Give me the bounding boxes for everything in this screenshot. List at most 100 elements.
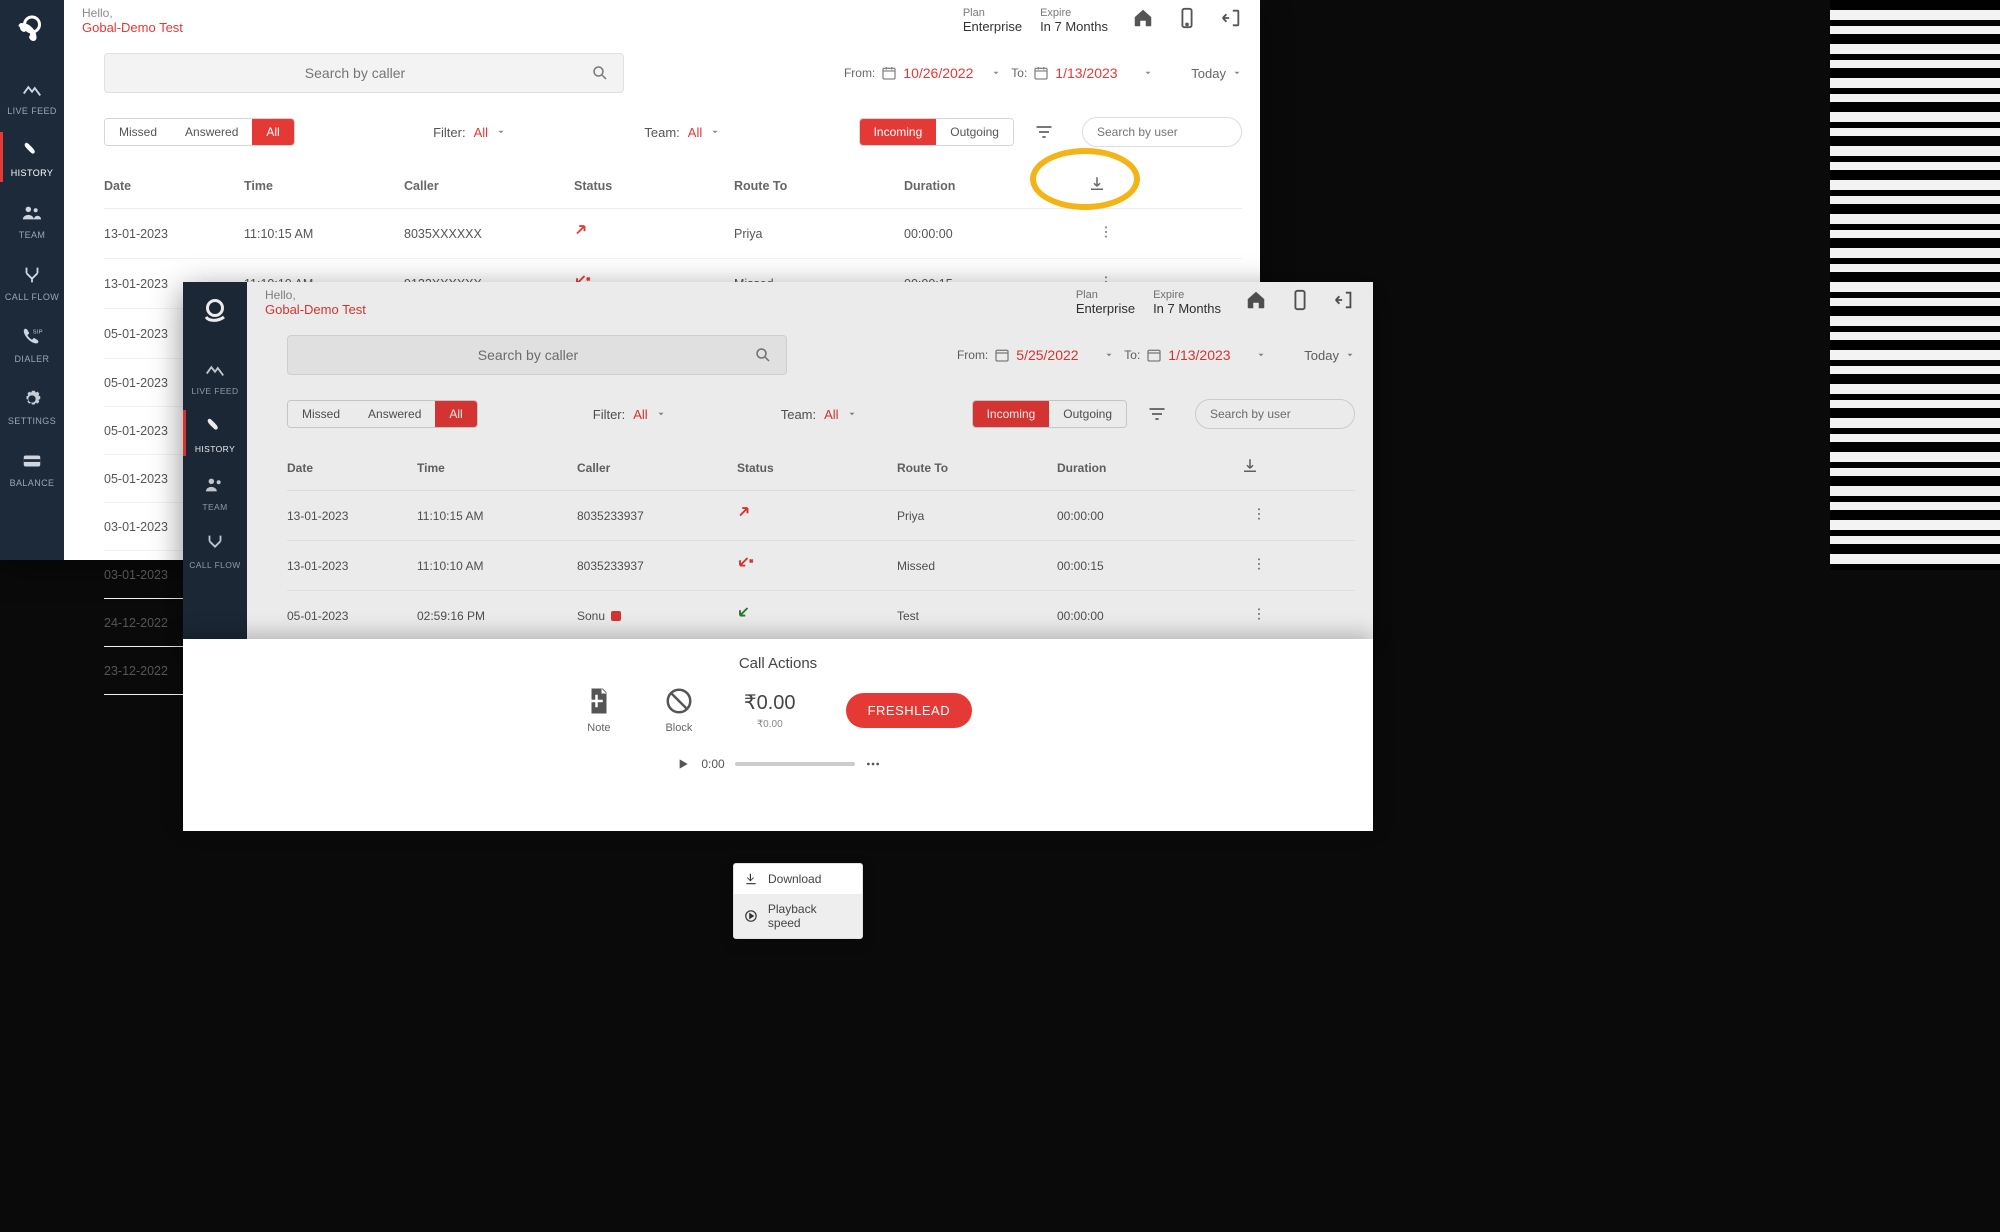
calendar-icon <box>1146 347 1162 363</box>
cell-caller: 8035233937 <box>577 559 737 573</box>
search-input[interactable] <box>119 65 591 81</box>
call-actions-title: Call Actions <box>183 655 1373 672</box>
seg-missed[interactable]: Missed <box>105 119 171 145</box>
call-actions-panel: Call Actions Note Block ₹0.00 ₹0.00 FRES… <box>183 639 1373 831</box>
svg-text:SIP: SIP <box>33 329 43 335</box>
nav-label: CALL FLOW <box>5 292 59 302</box>
col-time: Time <box>244 179 404 193</box>
cell-time: 11:10:15 AM <box>244 227 404 241</box>
progress-bar[interactable] <box>735 762 855 766</box>
seg-missed[interactable]: Missed <box>288 401 354 427</box>
filter-icon[interactable] <box>1147 404 1167 424</box>
user-search-input[interactable] <box>1195 399 1355 429</box>
cell-date: 13-01-2023 <box>104 227 244 241</box>
seg-answered[interactable]: Answered <box>354 401 435 427</box>
search-box[interactable] <box>104 53 624 93</box>
direction-segment: Incoming Outgoing <box>859 118 1014 146</box>
cell-date: 13-01-2023 <box>287 559 417 573</box>
today-button[interactable]: Today <box>1304 348 1355 363</box>
nav-balance[interactable]: BALANCE <box>0 436 64 498</box>
cell-time: 11:10:15 AM <box>417 509 577 523</box>
chevron-down-icon[interactable] <box>991 68 1001 78</box>
expire-value: In 7 Months <box>1040 19 1108 34</box>
nav-settings[interactable]: SETTINGS <box>0 374 64 436</box>
seg-answered[interactable]: Answered <box>171 119 252 145</box>
row-menu[interactable] <box>1054 224 1114 243</box>
play-time: 0:00 <box>701 757 724 771</box>
seg-all[interactable]: All <box>435 401 476 427</box>
download-header[interactable] <box>1054 175 1114 196</box>
chevron-down-icon[interactable] <box>1256 350 1266 360</box>
play-icon[interactable] <box>675 756 691 772</box>
logout-icon[interactable] <box>1333 289 1355 316</box>
cell-route: Missed <box>897 559 1057 573</box>
player-context-menu: Download Playback speed <box>733 863 863 939</box>
nav-history[interactable]: HISTORY <box>183 404 247 462</box>
col-route: Route To <box>734 179 904 193</box>
cell-route: Test <box>897 609 1057 623</box>
table-row[interactable]: 13-01-2023 11:10:15 AM 8035233937 Priya … <box>287 491 1355 541</box>
table-row[interactable]: 13-01-2023 11:10:15 AM 8035XXXXXX Priya … <box>104 209 1242 259</box>
nav-live-feed[interactable]: LIVE FEED <box>0 64 64 126</box>
filter-label: Filter: <box>433 125 466 140</box>
nav-call-flow[interactable]: CALL FLOW <box>0 250 64 312</box>
cell-status <box>737 605 897 626</box>
table-row[interactable]: 05-01-2023 02:59:16 PM Sonu Test 00:00:0… <box>287 591 1355 641</box>
user-search-input[interactable] <box>1082 117 1242 147</box>
col-status: Status <box>574 179 734 193</box>
cell-route: Priya <box>734 227 904 241</box>
seg-outgoing[interactable]: Outgoing <box>936 119 1013 145</box>
seg-incoming[interactable]: Incoming <box>860 119 937 145</box>
row-menu[interactable] <box>1207 606 1267 625</box>
plan-label: Plan <box>963 7 1022 19</box>
row-menu[interactable] <box>1207 506 1267 525</box>
nav-live-feed[interactable]: LIVE FEED <box>183 346 247 404</box>
seg-incoming[interactable]: Incoming <box>973 401 1050 427</box>
note-action[interactable]: Note <box>584 686 614 734</box>
search-input[interactable] <box>302 347 754 363</box>
row-menu[interactable] <box>1207 556 1267 575</box>
filter-value[interactable]: All <box>474 125 488 140</box>
chevron-down-icon[interactable] <box>710 127 720 137</box>
freshlead-button[interactable]: FRESHLEAD <box>846 693 973 728</box>
home-icon[interactable] <box>1132 7 1154 34</box>
audio-player[interactable]: 0:00 Download Playback speed <box>183 756 1373 772</box>
nav-dialer[interactable]: SIP DIALER <box>0 312 64 374</box>
filter-icon[interactable] <box>1034 122 1054 142</box>
today-button[interactable]: Today <box>1191 66 1242 81</box>
menu-download[interactable]: Download <box>734 864 862 894</box>
search-icon <box>754 346 772 364</box>
chevron-down-icon[interactable] <box>1143 68 1153 78</box>
nav-label: HISTORY <box>11 168 53 178</box>
menu-playback-speed[interactable]: Playback speed <box>734 894 862 938</box>
chevron-down-icon[interactable] <box>496 127 506 137</box>
seg-outgoing[interactable]: Outgoing <box>1049 401 1126 427</box>
team-value[interactable]: All <box>688 125 702 140</box>
app-logo <box>14 14 50 50</box>
table-row[interactable]: 13-01-2023 11:10:10 AM 8035233937 Missed… <box>287 541 1355 591</box>
home-icon[interactable] <box>1245 289 1267 316</box>
account-name: Gobal-Demo Test <box>82 20 183 35</box>
nav-team[interactable]: TEAM <box>183 462 247 520</box>
phone-icon[interactable] <box>1176 7 1198 34</box>
seg-all[interactable]: All <box>252 119 293 145</box>
plan-value: Enterprise <box>963 19 1022 34</box>
nav-call-flow[interactable]: CALL FLOW <box>183 520 247 578</box>
nav-history[interactable]: HISTORY <box>0 126 64 188</box>
search-box[interactable] <box>287 335 787 375</box>
download-header[interactable] <box>1207 457 1267 478</box>
chevron-down-icon[interactable] <box>1104 350 1114 360</box>
phone-icon[interactable] <box>1289 289 1311 316</box>
logout-icon[interactable] <box>1220 7 1242 34</box>
cell-caller: Sonu <box>577 609 737 623</box>
to-date[interactable]: 1/13/2023 <box>1055 65 1137 81</box>
cell-duration: 00:00:00 <box>1057 609 1207 623</box>
speed-icon <box>744 909 758 923</box>
more-icon[interactable] <box>865 756 881 772</box>
block-action[interactable]: Block <box>664 686 694 734</box>
nav-team[interactable]: TEAM <box>0 188 64 250</box>
expire-label: Expire <box>1040 7 1108 19</box>
nav-label: SETTINGS <box>8 416 56 426</box>
topbar: Hello, Gobal-Demo Test PlanEnterprise Ex… <box>64 0 1260 35</box>
from-date[interactable]: 10/26/2022 <box>903 65 985 81</box>
